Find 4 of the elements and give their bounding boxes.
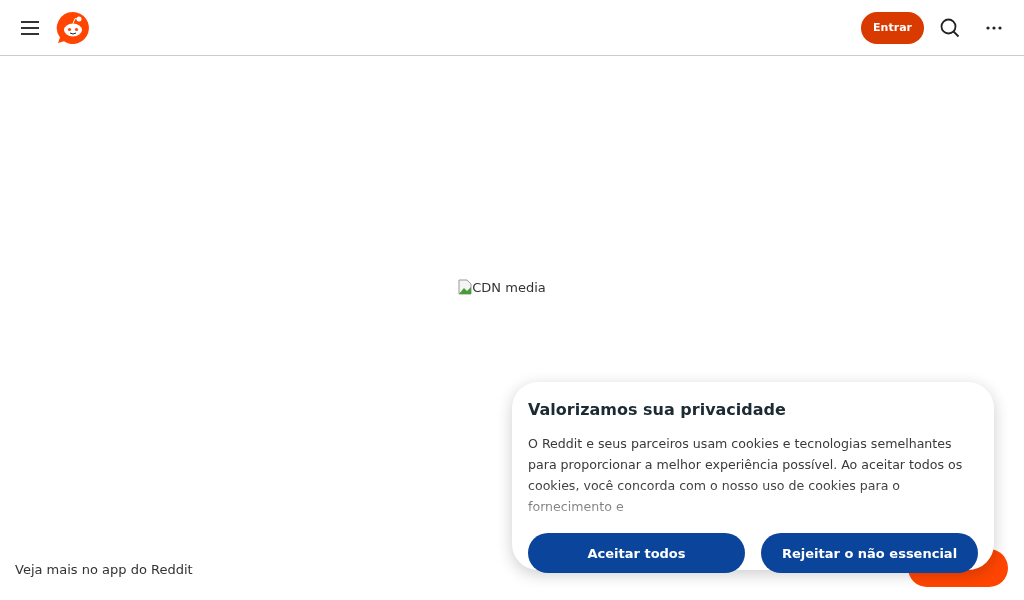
app-banner-text: Veja mais no app do Reddit (15, 561, 193, 577)
dialog-body-text: O Reddit e seus parceiros usam cookies e tecnologias semelhantes para proporcionar a melhor experiência possível. Ao aceitar todos os cookies, você concorda com o nosso uso de cookies para o fornecimento e (528, 435, 964, 516)
image-alt-text: CDN media (472, 279, 546, 295)
dialog-title: Valorizamos sua privacidade (528, 400, 787, 419)
